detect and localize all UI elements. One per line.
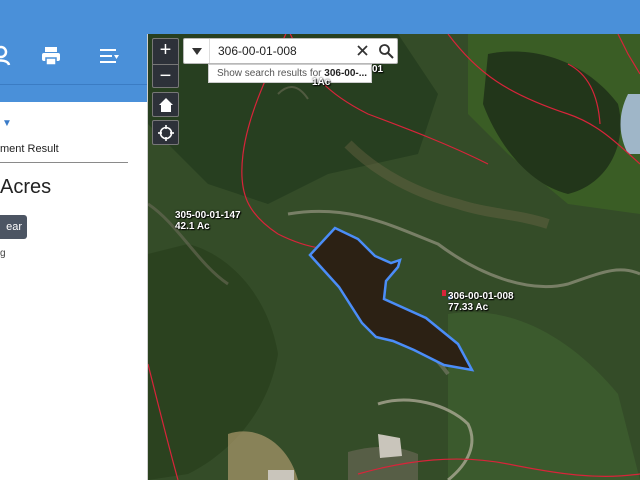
assessment-result-label: ment Result [0, 143, 59, 155]
search-icon[interactable] [378, 43, 394, 59]
parcel-acreage: 77.33 Ac [448, 302, 489, 313]
chevron-down-icon [191, 47, 202, 55]
locate-button[interactable] [152, 120, 179, 145]
acres-title: Acres [0, 176, 52, 198]
panel-toolbar [0, 34, 147, 84]
suggestion-prefix: Show search results for [217, 68, 325, 79]
close-icon[interactable] [355, 43, 370, 59]
parcel-id: 305-00-01-147 [175, 210, 241, 221]
parcel-id: 306-00-01-008 [448, 291, 514, 302]
partial-parcel-label: 01 [372, 64, 384, 75]
parcel-label: 305-00-01-147 42.1 Ac [175, 210, 241, 232]
panel-note-text: g [0, 248, 6, 259]
zoom-controls: + − [152, 38, 179, 88]
search-input[interactable]: 306-00-01-008 [218, 44, 297, 58]
print-icon[interactable] [38, 44, 64, 68]
left-panel: ▼ ment Result Acres ear g [0, 34, 148, 480]
panel-divider [0, 162, 128, 163]
search-source-toggle[interactable] [184, 39, 210, 63]
person-icon[interactable] [0, 44, 14, 68]
home-icon [158, 97, 173, 112]
search-suggestion[interactable]: Show search results for 306-00-... [208, 64, 372, 83]
panel-header-strip [0, 84, 147, 102]
selected-parcel-label: 306-00-01-008 77.33 Ac [448, 291, 514, 313]
clear-button[interactable]: ear [0, 215, 27, 239]
locate-icon [157, 124, 174, 141]
chevron-down-icon[interactable]: ▼ [2, 118, 12, 129]
map-view[interactable]: + − 306-00-01-008 Show search results fo… [148, 34, 640, 480]
home-button[interactable] [152, 92, 179, 117]
aerial-imagery [148, 34, 640, 480]
zoom-in-button[interactable]: + [153, 39, 178, 63]
parcel-acreage: 42.1 Ac [175, 221, 210, 232]
zoom-out-button[interactable]: − [153, 64, 178, 88]
suggestion-term: 306-00-... [324, 68, 368, 79]
list-icon[interactable] [96, 44, 122, 68]
top-header-bar [0, 0, 640, 34]
search-box: 306-00-01-008 [183, 38, 398, 64]
partial-parcel-acreage: 1Ac [312, 77, 331, 88]
